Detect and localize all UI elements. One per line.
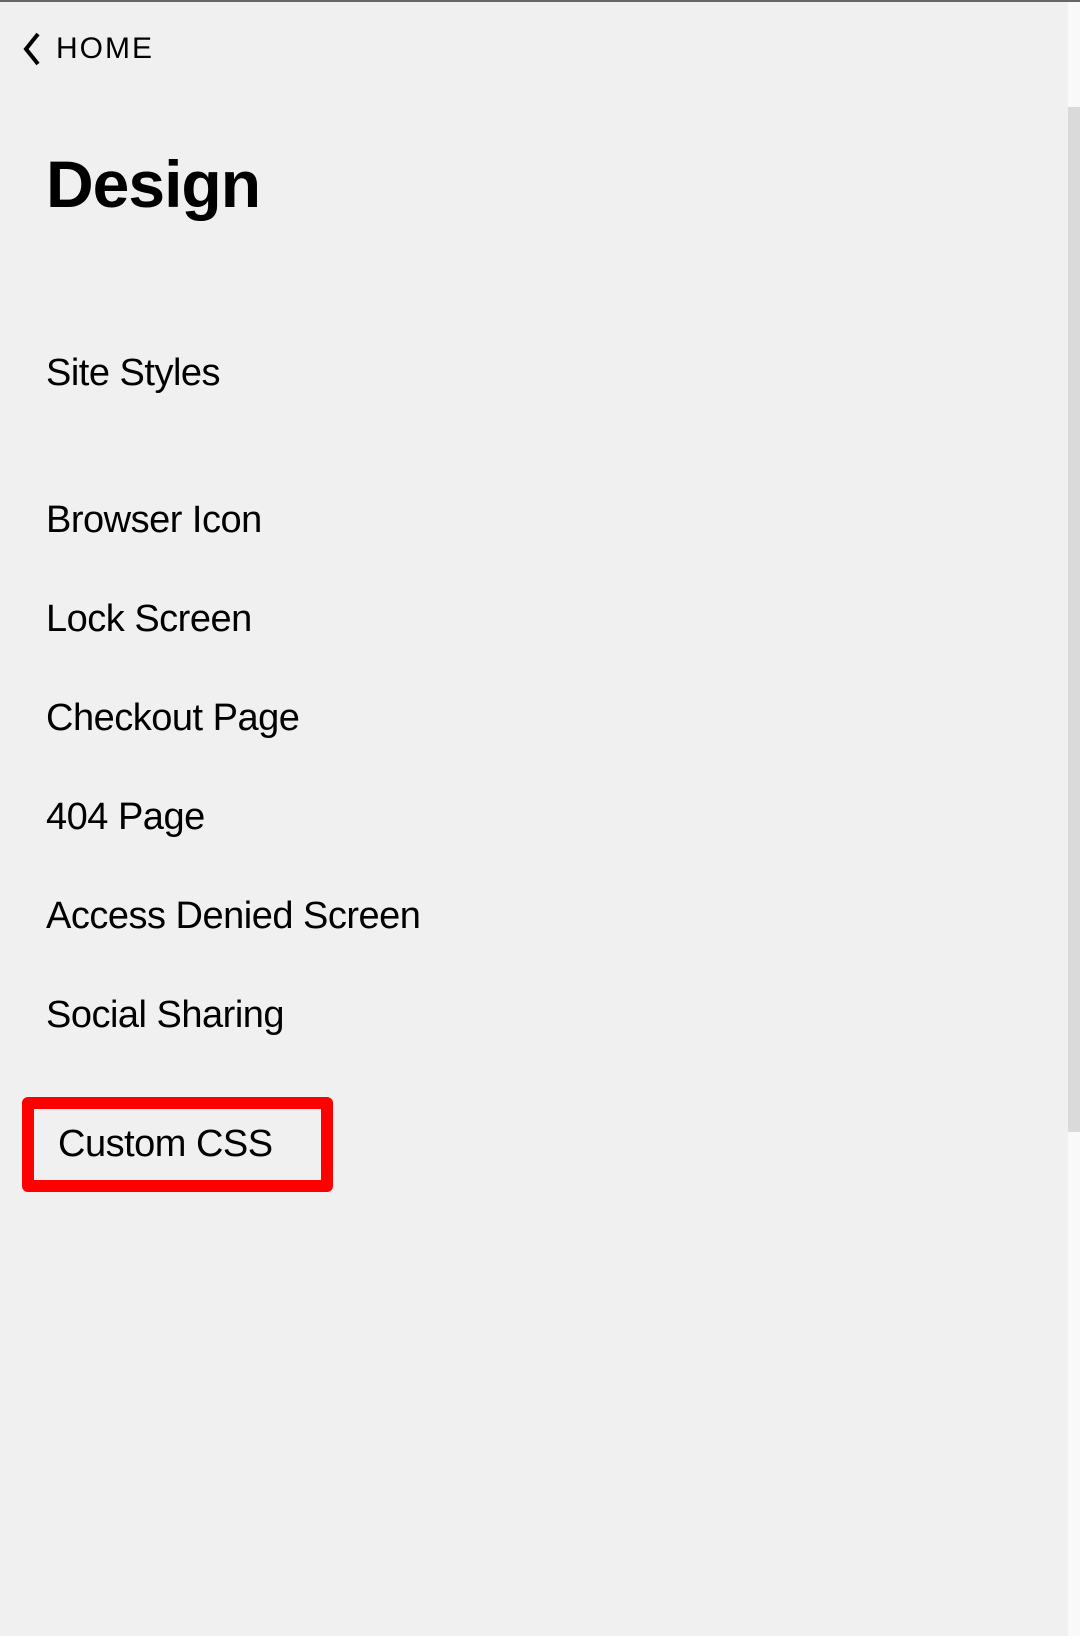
menu-item-browser-icon[interactable]: Browser Icon — [46, 499, 262, 542]
menu-item-custom-css[interactable]: Custom CSS — [58, 1123, 273, 1166]
chevron-left-icon — [18, 30, 46, 68]
design-panel: HOME Design Site Styles Browser Icon Loc… — [0, 0, 1080, 1636]
menu-group-3: Custom CSS — [0, 1097, 1080, 1192]
menu-item-404-page[interactable]: 404 Page — [46, 796, 205, 839]
menu-item-social-sharing[interactable]: Social Sharing — [46, 994, 284, 1037]
page-title: Design — [46, 146, 1080, 222]
scrollbar-thumb[interactable] — [1068, 107, 1080, 1132]
breadcrumb-back[interactable]: HOME — [0, 30, 1080, 68]
menu-item-lock-screen[interactable]: Lock Screen — [46, 598, 252, 641]
menu-item-site-styles[interactable]: Site Styles — [46, 352, 220, 395]
menu-group-2: Browser Icon Lock Screen Checkout Page 4… — [0, 499, 1080, 1037]
menu-group-1: Site Styles — [0, 352, 1080, 395]
highlight-annotation: Custom CSS — [22, 1097, 333, 1192]
menu-item-access-denied-screen[interactable]: Access Denied Screen — [46, 895, 420, 938]
menu-item-checkout-page[interactable]: Checkout Page — [46, 697, 299, 740]
breadcrumb-label: HOME — [56, 32, 154, 66]
